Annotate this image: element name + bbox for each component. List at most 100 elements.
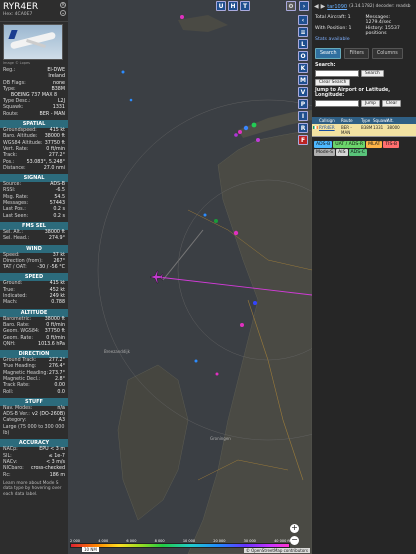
marker-6 — [256, 138, 260, 142]
qnh-label: QNH: — [3, 341, 16, 347]
jump-button[interactable]: Jump — [361, 100, 380, 107]
altitude-legend: 2 000 4 000 6 000 8 000 10 000 20 000 30… — [70, 539, 290, 548]
chevron-down-icon[interactable]: ⌄ — [60, 10, 66, 16]
close-icon[interactable]: × — [60, 2, 66, 8]
marker-13 — [215, 372, 219, 376]
route-row: Route: BER - MAN — [0, 112, 68, 118]
city-label: Groningen — [210, 436, 231, 441]
aircraft-photo[interactable] — [3, 24, 63, 60]
category-desc-row: Large (75 000 to 300 000 lb) — [0, 425, 68, 438]
marker-2 — [121, 70, 125, 74]
map-button-h[interactable]: H — [228, 1, 238, 11]
rc-label: Rc: — [3, 472, 11, 478]
category-desc: Large (75 000 to 300 000 lb) — [3, 424, 65, 437]
source-mlat: MLAT — [366, 141, 383, 148]
arrow-right-icon[interactable]: ▶ — [321, 3, 326, 10]
search-area: Search: Search Clear Search Jump to Airp… — [312, 59, 416, 111]
col-route[interactable]: Route — [341, 118, 361, 123]
messages-rate: Messages: 1279.4/sec — [365, 15, 392, 25]
marker-12 — [240, 323, 244, 327]
tat-oat-label: TAT / OAT: — [3, 265, 27, 271]
marker-14 — [194, 359, 198, 363]
marker-3 — [251, 122, 257, 128]
table-header: Callsign Route Type Squawk Alt. — [312, 117, 416, 124]
nav-back-icon[interactable]: ‹ — [298, 15, 308, 25]
table-row[interactable]: RYR4ER BER - MAN B38M 1331 38000 — [312, 124, 416, 137]
section-fms: FMS SEL — [0, 221, 68, 230]
side-button-k[interactable]: K — [298, 63, 308, 73]
side-button-i[interactable]: I — [298, 111, 308, 121]
stats-available[interactable]: Stats available — [315, 37, 413, 42]
row-extra — [397, 125, 411, 135]
settings-gear-icon[interactable]: ⚙ — [286, 1, 296, 11]
row-squawk: 1331 — [373, 125, 384, 130]
section-spatial: SPATIAL — [0, 120, 68, 129]
col-callsign[interactable]: Callsign — [319, 118, 341, 123]
source-adsc: ADS-C — [348, 149, 367, 156]
marker-11 — [253, 301, 257, 305]
marker-1 — [180, 15, 184, 19]
jump-input[interactable] — [315, 100, 359, 107]
roll-label: Roll: — [3, 389, 14, 395]
info-note: Learn more about Mode S data type by hov… — [3, 480, 62, 497]
source-uat: UAT / ADS-R — [333, 141, 366, 148]
source-tisb: TIS-B — [383, 141, 400, 148]
tar1090-link[interactable]: tar1090 — [327, 4, 347, 10]
collapse-sidebar-icon[interactable]: › — [299, 1, 309, 11]
tab-filters[interactable]: Filters — [344, 48, 369, 59]
clear-jump-button[interactable]: Clear — [381, 100, 402, 107]
clear-search-button[interactable]: Clear Search — [315, 79, 351, 86]
jump-label: Jump to Airport or Latitude, Longitude: — [315, 88, 391, 98]
source-modes: Mode-S — [314, 149, 336, 156]
sidebar-top-bar: ◀ ▶ tar1090 (3.14.1782) decoder: readsb — [312, 0, 416, 13]
tab-columns[interactable]: Columns — [371, 48, 403, 59]
map-button-u[interactable]: U — [216, 1, 226, 11]
map-canvas[interactable]: Breezanddijk Groningen — [68, 0, 312, 554]
col-squawk[interactable]: Squawk — [373, 118, 389, 123]
town-label: Breezanddijk — [104, 349, 131, 354]
arrow-left-icon[interactable]: ◀ — [314, 3, 319, 10]
zoom-out-button[interactable]: − — [290, 536, 299, 545]
roll-row: Roll: 0.0 — [0, 390, 68, 396]
side-button-m[interactable]: M — [298, 75, 308, 85]
side-button-l[interactable]: L — [298, 39, 308, 49]
search-button[interactable]: Search — [361, 70, 384, 77]
col-extra[interactable] — [397, 118, 411, 123]
side-button-f[interactable]: F — [298, 135, 308, 145]
layers-icon[interactable]: ≡ — [298, 27, 308, 37]
osm-credit[interactable]: © OpenStreetMap contributors — [243, 548, 310, 553]
mach-value: 0.788 — [51, 300, 65, 306]
legend-label-0: 2 000 — [70, 539, 81, 543]
col-type[interactable]: Type — [361, 118, 373, 123]
roll-value: 0.0 — [57, 389, 65, 395]
marker-7 — [234, 133, 238, 137]
marker-8 — [129, 98, 133, 102]
source-ais: AIS — [336, 149, 348, 156]
side-button-o[interactable]: O — [298, 51, 308, 61]
side-button-r[interactable]: R — [298, 123, 308, 133]
col-alt[interactable]: Alt. — [387, 118, 397, 123]
version-text: (3.14.1782) decoder: readsb — [349, 4, 411, 9]
search-input[interactable] — [315, 70, 359, 77]
hex-code: Hex: 4CA0E7 — [3, 12, 33, 17]
marker-5 — [238, 130, 242, 134]
right-sidebar: ◀ ▶ tar1090 (3.14.1782) decoder: readsb … — [312, 0, 416, 554]
source-adsb: ADS-B — [314, 141, 333, 148]
map-view[interactable]: Breezanddijk Groningen U H T ⚙ › ‹ ≡ L O… — [68, 0, 312, 554]
sel-head-label: Sel. Head.: — [3, 236, 30, 242]
distance-value: 27.0 nmi — [43, 165, 65, 171]
zoom-in-button[interactable]: + — [290, 524, 299, 533]
source-legend: ADS-B UAT / ADS-R MLAT TIS-B Mode-S AIS … — [312, 137, 416, 160]
section-altitude: ALTITUDE — [0, 308, 68, 317]
side-button-p[interactable]: P — [298, 99, 308, 109]
tat-oat-value: -30 / -56 °C — [37, 265, 65, 271]
tab-search[interactable]: Search — [315, 48, 342, 59]
row-type: B38M — [361, 125, 373, 130]
route-label: Route: — [3, 111, 19, 117]
route-value: BER - MAN — [39, 111, 65, 117]
side-button-v[interactable]: V — [298, 87, 308, 97]
map-button-t[interactable]: T — [240, 1, 250, 11]
search-label: Search: — [315, 63, 336, 68]
scale-bar: 10 NM — [82, 547, 99, 552]
legend-label-3: 8 000 — [154, 539, 165, 543]
